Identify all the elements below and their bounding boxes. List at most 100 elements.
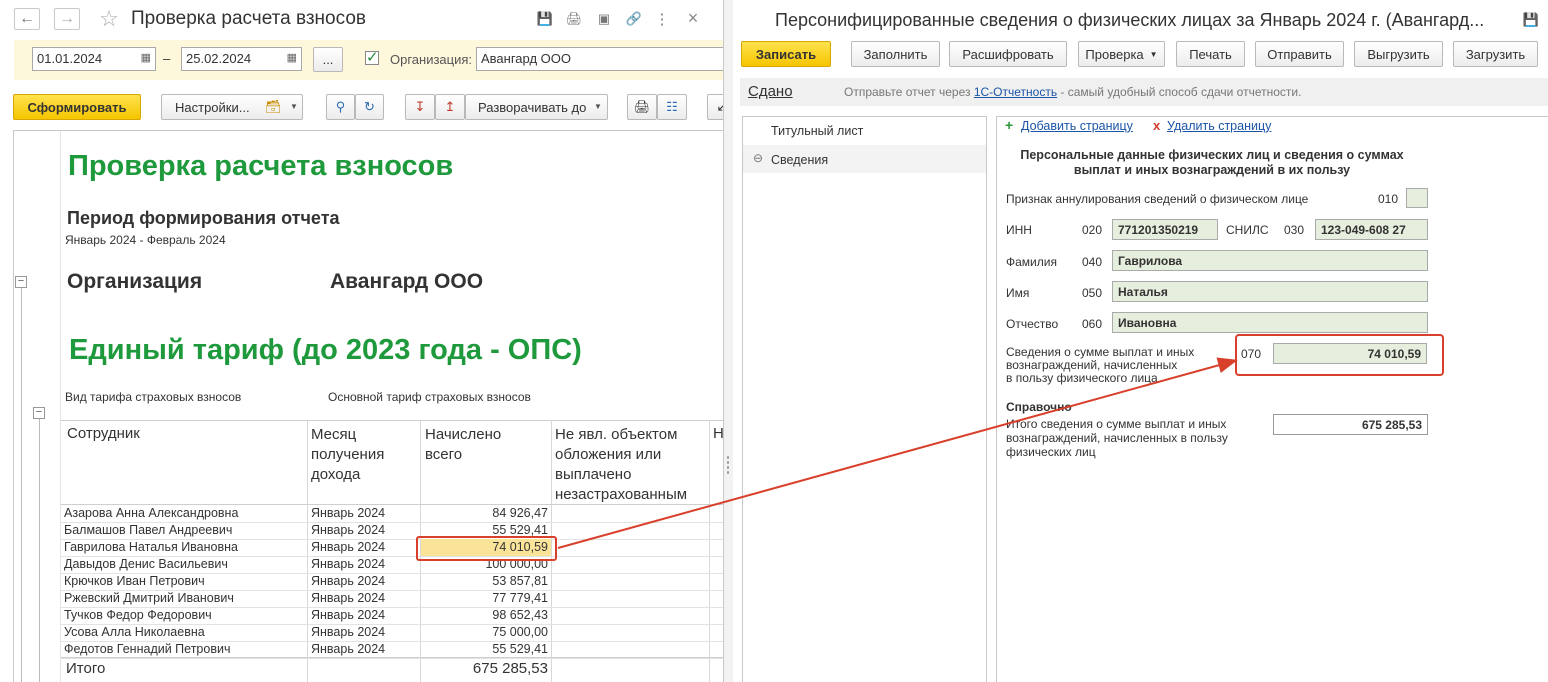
settings-label: Настройки... <box>175 99 250 115</box>
amount-cell[interactable]: 55 529,41 <box>421 642 548 656</box>
report-table: Сотрудник Месяц получения дохода Начисле… <box>61 420 723 682</box>
employee-cell[interactable]: Федотов Геннадий Петрович <box>64 642 230 656</box>
settings-button[interactable]: Настройки... 🗃 ▼ <box>161 94 303 120</box>
close-icon[interactable]: × <box>683 8 703 28</box>
table-row: Азарова Анна Александровна Январь 2024 84 … <box>61 505 723 523</box>
highlight-box <box>416 536 557 561</box>
add-page-link[interactable]: Добавить страницу <box>1021 119 1133 133</box>
col-header-employee: Сотрудник <box>67 425 140 442</box>
employee-cell[interactable]: Азарова Анна Александровна <box>64 506 238 520</box>
preview-icon: ☷ <box>666 99 678 114</box>
back-button[interactable]: ← <box>14 8 40 30</box>
collapse-group-toggle[interactable]: − <box>15 276 27 288</box>
employee-cell[interactable]: Тучков Федор Федорович <box>64 608 212 622</box>
more-button[interactable]: ↙ <box>707 94 723 120</box>
report-window: ← → ☆ Проверка расчета взносов 💾 🖨 ▣ 🔗 ⋮… <box>0 0 724 682</box>
tree-item-title-page[interactable]: Титульный лист <box>771 124 863 138</box>
favorite-star-icon[interactable]: ☆ <box>96 6 122 32</box>
export-button[interactable]: Выгрузить <box>1354 41 1443 67</box>
status-link[interactable]: Сдано <box>748 83 793 100</box>
amount-cell[interactable]: 98 652,43 <box>421 608 548 622</box>
col-header-accrued-text: Начислено всего <box>425 426 502 463</box>
window-splitter[interactable] <box>724 0 733 682</box>
date-to-field[interactable]: 25.02.2024 ▦ <box>181 47 302 71</box>
employee-cell[interactable]: Ржевский Дмитрий Иванович <box>64 591 234 605</box>
collapse-group-toggle[interactable]: − <box>33 407 45 419</box>
amount-cell[interactable]: 84 926,47 <box>421 506 548 520</box>
expand-to-button[interactable]: Разворачивать до ▼ <box>465 94 608 120</box>
link-icon[interactable]: 🔗 <box>625 10 643 28</box>
forward-button[interactable]: → <box>54 8 80 30</box>
employee-cell[interactable]: Балмашов Павел Андреевич <box>64 523 232 537</box>
month-cell[interactable]: Январь 2024 <box>311 523 385 537</box>
tariff-value: Основной тариф страховых взносов <box>328 390 531 404</box>
print-icon[interactable]: 🖨 <box>565 10 583 28</box>
print-button[interactable]: 🖨 <box>627 94 657 120</box>
decode-button[interactable]: Расшифровать <box>949 41 1067 67</box>
collapse-groups-button[interactable]: ↧ <box>405 94 435 120</box>
amount-cell[interactable]: 75 000,00 <box>421 625 548 639</box>
name-field[interactable]: Наталья <box>1112 281 1428 302</box>
delete-page-link[interactable]: Удалить страницу <box>1167 119 1271 133</box>
inn-label: ИНН <box>1006 223 1032 237</box>
hint-link[interactable]: 1С-Отчетность <box>974 85 1057 99</box>
month-cell[interactable]: Январь 2024 <box>311 557 385 571</box>
cancel-checkbox[interactable] <box>1406 188 1428 208</box>
save-button[interactable]: Записать <box>741 41 831 67</box>
search-next-button[interactable]: ↻ <box>355 94 384 120</box>
send-button[interactable]: Отправить <box>1255 41 1344 67</box>
collapse-icon[interactable]: ⊖ <box>753 151 763 165</box>
name-code: 050 <box>1082 286 1103 300</box>
tree-item-group[interactable]: Сведения <box>771 153 828 167</box>
print-button[interactable]: Печать <box>1176 41 1245 67</box>
sort-down-icon: ↧ <box>414 99 426 114</box>
month-cell[interactable]: Январь 2024 <box>311 608 385 622</box>
total-field[interactable]: 675 285,53 <box>1273 414 1428 435</box>
employee-cell[interactable]: Давыдов Денис Васильевич <box>64 557 228 571</box>
employee-cell[interactable]: Усова Алла Николаевна <box>64 625 205 639</box>
amount-cell[interactable]: 77 779,41 <box>421 591 548 605</box>
amount-cell[interactable]: 55 529,41 <box>421 523 548 537</box>
org-checkbox[interactable]: ✓ <box>365 49 379 66</box>
snils-code: 030 <box>1284 223 1305 237</box>
save-icon[interactable]: 💾 <box>536 10 554 28</box>
import-button[interactable]: Загрузить <box>1453 41 1538 67</box>
preview-icon[interactable]: ▣ <box>595 10 613 28</box>
surname-label: Фамилия <box>1006 255 1057 269</box>
search-button[interactable]: ⚲ <box>326 94 355 120</box>
preview-button[interactable]: ☷ <box>657 94 687 120</box>
delete-icon: x <box>1153 118 1161 133</box>
generate-button[interactable]: Сформировать <box>13 94 141 120</box>
month-cell[interactable]: Январь 2024 <box>311 574 385 588</box>
total-label: Итого <box>66 660 106 677</box>
expand-groups-button[interactable]: ↥ <box>435 94 465 120</box>
org-field[interactable]: Авангард ООО <box>476 47 723 71</box>
month-cell[interactable]: Январь 2024 <box>311 625 385 639</box>
fill-button[interactable]: Заполнить <box>851 41 940 67</box>
amount-cell[interactable]: 53 857,81 <box>421 574 548 588</box>
patronymic-field[interactable]: Ивановна <box>1112 312 1428 333</box>
period-select-button[interactable]: ... <box>313 47 343 72</box>
more-menu-icon[interactable]: ⋮ <box>653 10 671 28</box>
col-header-month-text: Месяц получения дохода <box>311 426 385 483</box>
splitter-grip-icon[interactable] <box>726 455 730 475</box>
check-button[interactable]: Проверка ▼ <box>1078 41 1165 67</box>
employee-cell[interactable]: Гаврилова Наталья Ивановна <box>64 540 238 554</box>
month-cell[interactable]: Январь 2024 <box>311 642 385 656</box>
arrow-right-icon: → <box>59 10 75 27</box>
calendar-icon[interactable]: ▦ <box>287 51 297 64</box>
month-cell[interactable]: Январь 2024 <box>311 506 385 520</box>
snils-field[interactable]: 123-049-608 27 <box>1315 219 1428 240</box>
date-from-field[interactable]: 01.01.2024 ▦ <box>32 47 156 71</box>
month-cell[interactable]: Январь 2024 <box>311 591 385 605</box>
surname-field[interactable]: Гаврилова <box>1112 250 1428 271</box>
variant-icon: 🗃 <box>265 99 282 114</box>
save-icon[interactable]: 💾 <box>1522 11 1540 29</box>
inn-field[interactable]: 771201350219 <box>1112 219 1218 240</box>
report-heading: Проверка расчета взносов <box>68 150 454 182</box>
org-name: Авангард ООО <box>330 270 484 293</box>
employee-cell[interactable]: Крючков Иван Петрович <box>64 574 205 588</box>
month-cell[interactable]: Январь 2024 <box>311 540 385 554</box>
calendar-icon[interactable]: ▦ <box>141 51 151 64</box>
total-value: 675 285,53 <box>472 660 548 677</box>
